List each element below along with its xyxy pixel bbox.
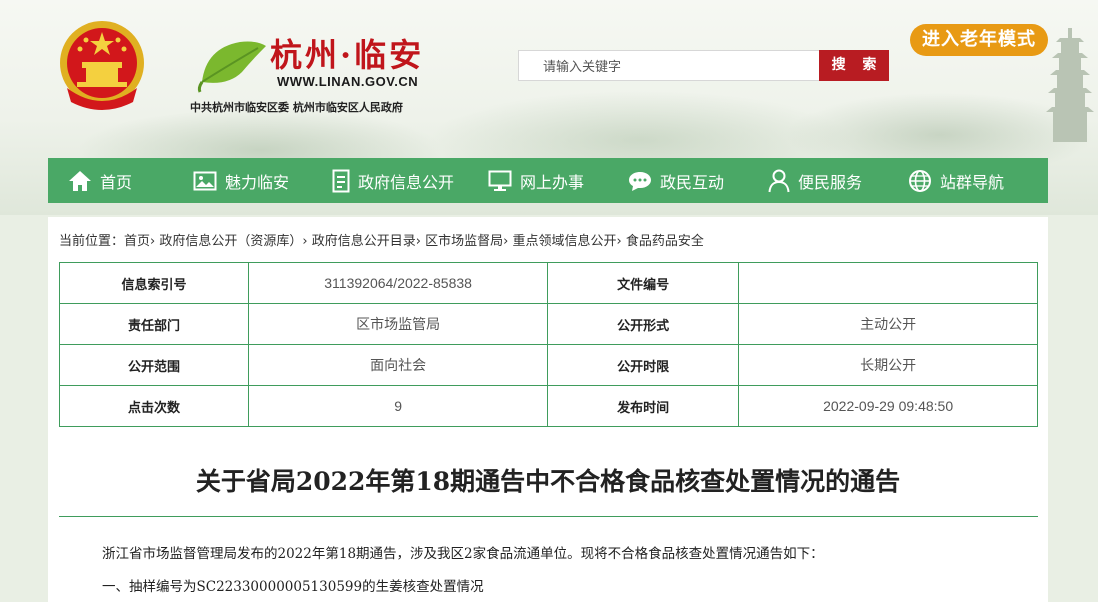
meta-value: 区市场监管局 bbox=[248, 303, 549, 345]
meta-value: 9 bbox=[248, 385, 549, 427]
breadcrumb-link[interactable]: 区市场监督局 bbox=[425, 234, 503, 249]
nav-label: 政府信息公开 bbox=[358, 172, 455, 192]
nav-label: 站群导航 bbox=[940, 172, 1005, 192]
breadcrumb-separator: › bbox=[150, 234, 156, 249]
elder-mode-button[interactable]: 进入老年模式 bbox=[910, 24, 1048, 56]
breadcrumb-separator: › bbox=[302, 234, 308, 249]
nav-item-gov-info[interactable]: 政府信息公开 bbox=[332, 158, 454, 203]
national-emblem-icon bbox=[60, 21, 144, 110]
user-icon bbox=[768, 169, 790, 192]
article-paragraph: 一、抽样编号为SC22330000005130599的生姜核查处置情况 bbox=[102, 579, 484, 595]
globe-icon bbox=[909, 169, 931, 192]
meta-key: 公开形式 bbox=[547, 303, 740, 345]
document-icon bbox=[332, 169, 350, 192]
nav-label: 首页 bbox=[100, 172, 133, 192]
site-logo-text[interactable]: 杭州·临安 bbox=[270, 30, 424, 76]
content-panel: 当前位置：首页› 政府信息公开（资源库）› 政府信息公开目录› 区市场监督局› … bbox=[48, 217, 1048, 602]
breadcrumb-link[interactable]: 首页 bbox=[124, 234, 150, 249]
nav-label: 网上办事 bbox=[520, 172, 585, 192]
meta-value: 主动公开 bbox=[738, 303, 1038, 345]
breadcrumb-separator: › bbox=[616, 234, 622, 249]
breadcrumb: 当前位置：首页› 政府信息公开（资源库）› 政府信息公开目录› 区市场监督局› … bbox=[59, 230, 704, 249]
meta-value bbox=[738, 262, 1038, 304]
meta-value: 面向社会 bbox=[248, 344, 549, 386]
info-metadata-table: 信息索引号 311392064/2022-85838 文件编号 责任部门 区市场… bbox=[58, 262, 1038, 427]
article-title: 关于省局2022年第18期通告中不合格食品核查处置情况的通告 bbox=[195, 467, 901, 496]
nav-item-interaction[interactable]: 政民互动 bbox=[628, 158, 724, 203]
nav-label: 魅力临安 bbox=[225, 172, 290, 192]
article-paragraph: 浙江省市场监督管理局发布的2022年第18期通告，涉及我区2家食品流通单位。现将… bbox=[102, 546, 824, 562]
chat-icon bbox=[629, 171, 651, 191]
meta-value: 311392064/2022-85838 bbox=[248, 262, 549, 304]
breadcrumb-separator: › bbox=[415, 234, 421, 249]
table-row: 责任部门 区市场监管局 公开形式 主动公开 bbox=[58, 303, 1038, 345]
nav-item-home[interactable]: 首页 bbox=[68, 158, 132, 203]
breadcrumb-separator: › bbox=[503, 234, 509, 249]
breadcrumb-link[interactable]: 重点领域信息公开 bbox=[512, 234, 616, 249]
breadcrumb-link[interactable]: 政府信息公开目录 bbox=[312, 234, 416, 249]
title-divider bbox=[59, 516, 1038, 517]
monitor-icon bbox=[488, 170, 512, 191]
main-nav: 首页 魅力临安 政府信息公开 网上办事 政民互动 便民服务 站群导航 bbox=[48, 158, 1048, 203]
nav-label: 政民互动 bbox=[660, 172, 725, 192]
table-row: 点击次数 9 发布时间 2022-09-29 09:48:50 bbox=[58, 385, 1038, 427]
search-button[interactable]: 搜 索 bbox=[819, 50, 889, 81]
pagoda-illustration bbox=[1046, 28, 1094, 142]
meta-key: 公开范围 bbox=[58, 344, 250, 386]
breadcrumb-link[interactable]: 政府信息公开（资源库） bbox=[159, 234, 302, 249]
search-input[interactable]: 请输入关键字 bbox=[518, 50, 819, 81]
nav-item-public-service[interactable]: 便民服务 bbox=[768, 158, 862, 203]
breadcrumb-link[interactable]: 食品药品安全 bbox=[626, 234, 704, 249]
nav-label: 便民服务 bbox=[798, 172, 863, 192]
ginkgo-leaf-logo-icon bbox=[197, 41, 266, 93]
meta-key: 责任部门 bbox=[58, 303, 250, 345]
nav-item-online-service[interactable]: 网上办事 bbox=[488, 158, 584, 203]
organization-line: 中共杭州市临安区委 杭州市临安区人民政府 bbox=[190, 101, 403, 114]
nav-item-charm-linan[interactable]: 魅力临安 bbox=[193, 158, 289, 203]
meta-key: 信息索引号 bbox=[58, 262, 250, 304]
meta-key: 文件编号 bbox=[547, 262, 740, 304]
meta-key: 公开时限 bbox=[547, 344, 740, 386]
meta-key: 发布时间 bbox=[547, 385, 740, 427]
breadcrumb-prefix: 当前位置： bbox=[59, 234, 125, 249]
meta-value: 2022-09-29 09:48:50 bbox=[738, 385, 1038, 427]
image-icon bbox=[193, 171, 217, 190]
table-row: 公开范围 面向社会 公开时限 长期公开 bbox=[58, 344, 1038, 386]
meta-value: 长期公开 bbox=[738, 344, 1038, 386]
table-row: 信息索引号 311392064/2022-85838 文件编号 bbox=[58, 262, 1038, 304]
nav-item-site-nav[interactable]: 站群导航 bbox=[908, 158, 1004, 203]
site-url: WWW.LINAN.GOV.CN bbox=[277, 74, 419, 89]
meta-key: 点击次数 bbox=[58, 385, 250, 427]
home-icon bbox=[69, 170, 91, 191]
